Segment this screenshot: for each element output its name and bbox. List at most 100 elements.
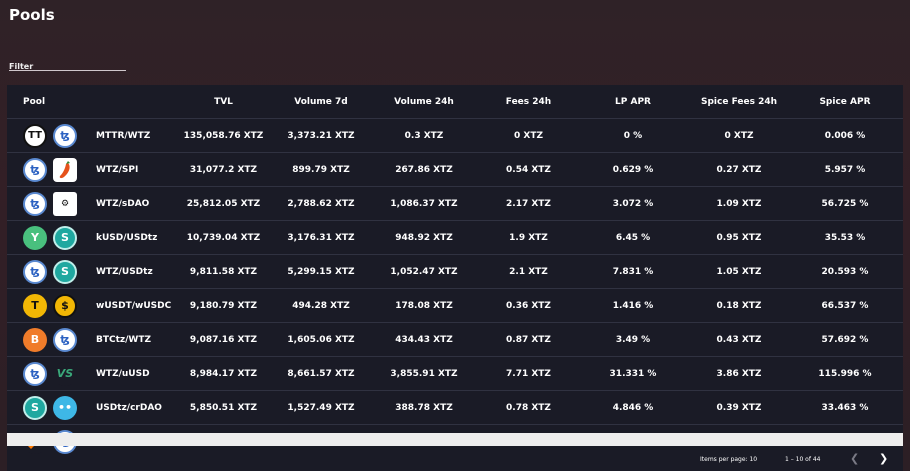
pool-cell: S •• USDtz/crDAO bbox=[7, 395, 177, 420]
header-spice-apr[interactable]: Spice APR bbox=[793, 97, 897, 107]
tezos-icon: ꜩ bbox=[23, 259, 47, 284]
usdtz-icon: S bbox=[53, 225, 77, 250]
spice-apr-cell: 66.537 % bbox=[821, 300, 869, 311]
spice-fees-cell: 0 XTZ bbox=[724, 130, 754, 141]
uusd-icon: VS bbox=[53, 361, 77, 386]
spice-apr-cell: 33.463 % bbox=[821, 402, 869, 413]
spice-apr-cell: 0.006 % bbox=[824, 130, 866, 141]
table-row[interactable]: S •• USDtz/crDAO 5,850.51 XTZ 1,527.49 XTZ 38… bbox=[7, 390, 903, 424]
spice-apr-cell: 56.725 % bbox=[821, 198, 869, 209]
pair-icons: T $ bbox=[23, 293, 96, 318]
table-row[interactable]: ꜩ S WTZ/USDtz 9,811.58 XTZ 5,299.15 XTZ 1,052… bbox=[7, 254, 903, 288]
table-row[interactable]: ꜩ ⚙ WTZ/sDAO 25,812.05 XTZ 2,788.62 XTZ 1,086… bbox=[7, 186, 903, 220]
filter-input[interactable]: Filter bbox=[9, 54, 126, 71]
volume-7d-cell: 5,299.15 XTZ bbox=[287, 266, 355, 277]
volume-24h-cell: 1,052.47 XTZ bbox=[390, 266, 458, 277]
tvl-cell: 10,739.04 XTZ bbox=[186, 232, 261, 243]
usdtz-icon: S bbox=[53, 259, 77, 284]
spice-apr-cell: 20.593 % bbox=[821, 266, 869, 277]
pair-name: BTCtz/WTZ bbox=[96, 334, 152, 345]
lp-apr-cell: 7.831 % bbox=[612, 266, 654, 277]
pool-cell: Y SkUSD/USDtz bbox=[7, 225, 177, 250]
table-row[interactable]: T $ wUSDT/wUSDC 9,180.79 XTZ 494.28 XTZ 178.0… bbox=[7, 288, 903, 322]
tezos-icon: ꜩ bbox=[23, 157, 47, 182]
lp-apr-cell: 6.45 % bbox=[615, 232, 651, 243]
pools-table: Pool TVL Volume 7d Volume 24h Fees 24h L… bbox=[7, 85, 903, 471]
spice-fees-cell: 0.18 XTZ bbox=[716, 300, 762, 311]
volume-7d-cell: 2,788.62 XTZ bbox=[287, 198, 355, 209]
header-spice-fees-24h[interactable]: Spice Fees 24h bbox=[685, 97, 793, 107]
pool-cell: T $ wUSDT/wUSDC bbox=[7, 293, 177, 318]
pair-name: wUSDT/wUSDC bbox=[96, 300, 172, 311]
fees-24h-cell: 0.78 XTZ bbox=[506, 402, 551, 413]
btctz-icon: B bbox=[23, 327, 47, 352]
pair-name: WTZ/sDAO bbox=[96, 198, 150, 209]
lp-apr-cell: 3.072 % bbox=[612, 198, 654, 209]
table-row[interactable]: Y SkUSD/USDtz 10,739.04 XTZ 3,176.31 XTZ 948… bbox=[7, 220, 903, 254]
volume-7d-cell: 494.28 XTZ bbox=[292, 300, 350, 311]
spice-apr-cell: 115.996 % bbox=[818, 368, 872, 379]
header-volume-24h[interactable]: Volume 24h bbox=[372, 97, 476, 107]
table-row[interactable]: ꜩ WTZ/SPI 31,077.2 XTZ 899.79 XTZ 267.86 XTZ… bbox=[7, 152, 903, 186]
pair-name: USDtz/crDAO bbox=[96, 402, 162, 413]
crdao-icon: •• bbox=[53, 395, 77, 420]
tezos-icon: ꜩ bbox=[23, 361, 47, 386]
table-footer-bar bbox=[7, 433, 903, 446]
tvl-cell: 5,850.51 XTZ bbox=[189, 402, 258, 413]
pair-icons: YS bbox=[23, 225, 96, 250]
pair-icons: TT ꜩ bbox=[23, 123, 96, 148]
table-header: Pool TVL Volume 7d Volume 24h Fees 24h L… bbox=[7, 85, 903, 118]
volume-7d-cell: 8,661.57 XTZ bbox=[287, 368, 355, 379]
volume-7d-cell: 3,373.21 XTZ bbox=[287, 130, 355, 141]
volume-7d-cell: 1,605.06 XTZ bbox=[287, 334, 355, 345]
lp-apr-cell: 3.49 % bbox=[615, 334, 651, 345]
spice-fees-cell: 1.09 XTZ bbox=[716, 198, 762, 209]
pool-cell: ꜩ S WTZ/USDtz bbox=[7, 259, 177, 284]
header-pool[interactable]: Pool bbox=[7, 97, 177, 107]
table-row[interactable]: Bꜩ BTCtz/WTZ 9,087.16 XTZ 1,605.06 XTZ 434.4… bbox=[7, 322, 903, 356]
items-per-page[interactable]: Items per page: 10 bbox=[700, 456, 757, 463]
spice-apr-cell: 35.53 % bbox=[824, 232, 866, 243]
page-title: Pools bbox=[9, 6, 55, 24]
tezos-icon: ꜩ bbox=[53, 123, 77, 148]
chevron-left-icon[interactable]: ❮ bbox=[850, 452, 859, 465]
pair-icons: ꜩ bbox=[23, 157, 96, 182]
tvl-cell: 25,812.05 XTZ bbox=[186, 198, 261, 209]
tvl-cell: 9,087.16 XTZ bbox=[189, 334, 258, 345]
fees-24h-cell: 0.54 XTZ bbox=[506, 164, 551, 175]
spice-fees-cell: 3.86 XTZ bbox=[716, 368, 762, 379]
tezos-icon: ꜩ bbox=[23, 191, 47, 216]
volume-24h-cell: 178.08 XTZ bbox=[395, 300, 453, 311]
fees-24h-cell: 0 XTZ bbox=[514, 130, 543, 141]
table-row[interactable]: ꜩ VS WTZ/uUSD 8,984.17 XTZ 8,661.57 XTZ 3,855… bbox=[7, 356, 903, 390]
spice-fees-cell: 0.39 XTZ bbox=[716, 402, 762, 413]
filter-label: Filter bbox=[9, 62, 34, 71]
tvl-cell: 9,180.79 XTZ bbox=[189, 300, 258, 311]
header-lp-apr[interactable]: LP APR bbox=[581, 97, 685, 107]
fees-24h-cell: 7.71 XTZ bbox=[506, 368, 551, 379]
pair-icons: Bꜩ bbox=[23, 327, 96, 352]
kusd-icon: Y bbox=[23, 225, 47, 250]
header-fees-24h[interactable]: Fees 24h bbox=[476, 97, 581, 107]
pool-cell: TT ꜩ MTTR/WTZ bbox=[7, 123, 177, 148]
volume-24h-cell: 267.86 XTZ bbox=[395, 164, 453, 175]
tvl-cell: 31,077.2 XTZ bbox=[189, 164, 258, 175]
lp-apr-cell: 0 % bbox=[623, 130, 643, 141]
pool-cell: ꜩ ⚙ WTZ/sDAO bbox=[7, 191, 177, 216]
wusdt-icon: T bbox=[23, 293, 47, 318]
chevron-right-icon[interactable]: ❯ bbox=[879, 452, 888, 465]
spice-apr-cell: 5.957 % bbox=[824, 164, 866, 175]
lp-apr-cell: 31.331 % bbox=[609, 368, 657, 379]
header-tvl[interactable]: TVL bbox=[177, 97, 270, 107]
spice-fees-cell: 1.05 XTZ bbox=[716, 266, 762, 277]
pair-icons: ꜩ ⚙ bbox=[23, 191, 96, 216]
fees-24h-cell: 1.9 XTZ bbox=[509, 232, 548, 243]
usdtz-icon: S bbox=[23, 395, 47, 420]
pool-cell: ꜩ VS WTZ/uUSD bbox=[7, 361, 177, 386]
volume-24h-cell: 1,086.37 XTZ bbox=[390, 198, 458, 209]
header-volume-7d[interactable]: Volume 7d bbox=[270, 97, 372, 107]
pool-cell: ꜩ WTZ/SPI bbox=[7, 157, 177, 182]
table-row[interactable]: TT ꜩ MTTR/WTZ 135,058.76 XTZ 3,373.21 XTZ 0.3… bbox=[7, 118, 903, 152]
spice-fees-cell: 0.43 XTZ bbox=[716, 334, 762, 345]
mttr-icon: TT bbox=[23, 123, 47, 148]
